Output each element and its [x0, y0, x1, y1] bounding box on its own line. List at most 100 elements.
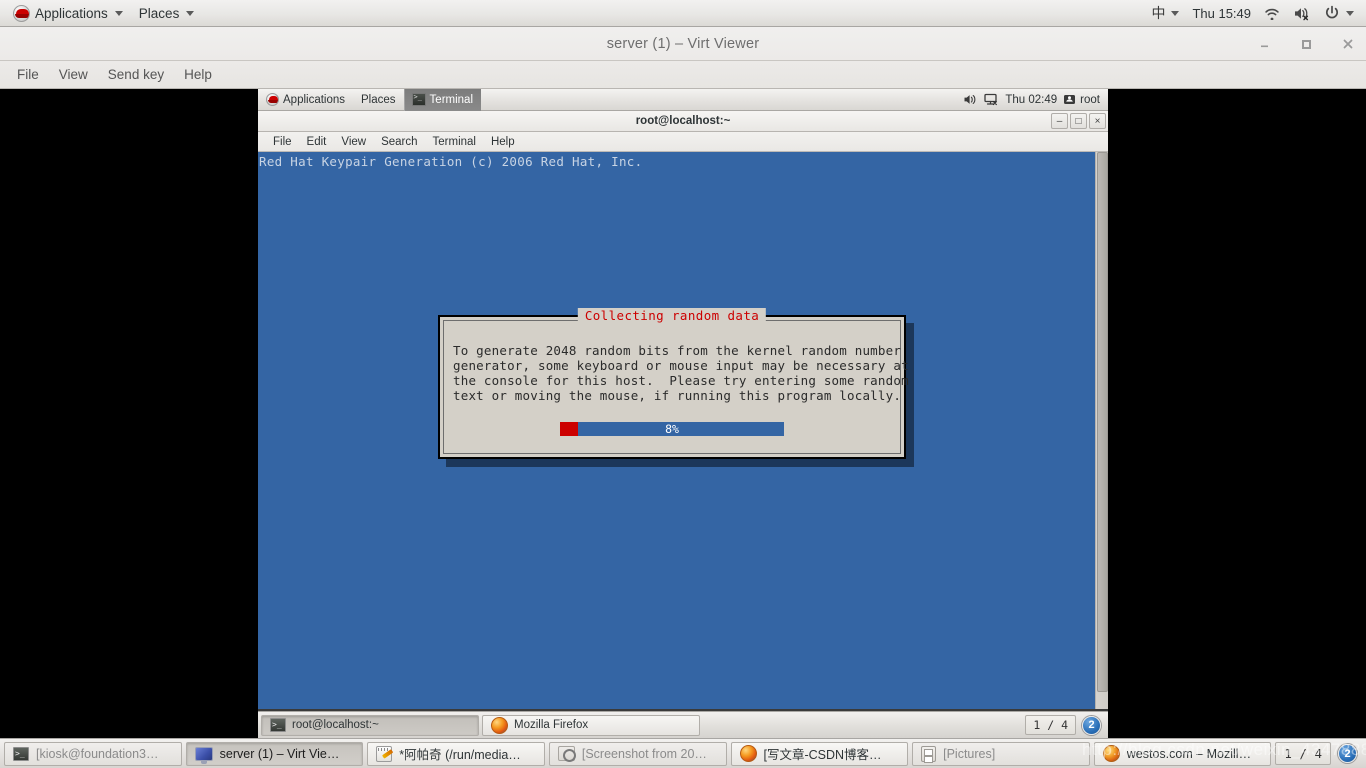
- dialog-body-text: To generate 2048 random bits from the ke…: [453, 343, 909, 403]
- terminal-menu-view[interactable]: View: [334, 134, 373, 150]
- screen-root: Applications Places 中 Thu 15:49 server (…: [0, 0, 1366, 768]
- host-task-2-label: *阿帕奇 (/run/media…: [399, 748, 521, 762]
- firefox-icon: [739, 745, 757, 762]
- terminal-scrollbar[interactable]: [1095, 152, 1108, 709]
- terminal-menu-help[interactable]: Help: [484, 134, 522, 150]
- host-clock[interactable]: Thu 15:49: [1186, 2, 1257, 24]
- terminal-screen[interactable]: Red Hat Keypair Generation (c) 2006 Red …: [258, 152, 1108, 709]
- terminal-menu-edit[interactable]: Edit: [300, 134, 334, 150]
- virt-viewer-window-controls: [1256, 27, 1356, 61]
- guest-display-canvas[interactable]: Applications Places Terminal: [0, 89, 1366, 738]
- terminal-icon: [13, 746, 29, 761]
- virt-viewer-menu-view[interactable]: View: [50, 64, 97, 85]
- host-task-4-label: [写文章-CSDN博客…: [763, 748, 882, 762]
- chevron-down-icon: [1346, 10, 1354, 16]
- collecting-random-data-dialog: Collecting random data To generate 2048 …: [438, 308, 909, 459]
- host-panel-left: Applications Places: [0, 2, 201, 24]
- virt-viewer-menubar: File View Send key Help: [0, 61, 1366, 89]
- volume-icon: [964, 95, 976, 104]
- terminal-menu-terminal[interactable]: Terminal: [426, 134, 483, 150]
- virt-viewer-titlebar[interactable]: server (1) – Virt Viewer: [0, 27, 1366, 61]
- terminal-scrollbar-thumb[interactable]: [1097, 152, 1108, 692]
- terminal-minimize-button[interactable]: –: [1051, 113, 1068, 129]
- progress-bar: 8%: [560, 422, 784, 436]
- user-icon: [1064, 94, 1076, 104]
- host-task-westos-firefox[interactable]: westos.com – Mozill…: [1093, 741, 1272, 766]
- vm-top-panel: Applications Places Terminal: [258, 89, 1108, 111]
- host-volume-indicator[interactable]: [1287, 2, 1317, 24]
- ime-label: 中: [1151, 6, 1166, 22]
- vm-task-firefox-label: Mozilla Firefox: [514, 719, 589, 731]
- volume-muted-icon: [1295, 7, 1309, 20]
- virt-viewer-maximize-button[interactable]: [1298, 36, 1314, 52]
- minimize-icon: [1260, 45, 1268, 47]
- network-icon: [984, 93, 998, 106]
- vm-user-menu[interactable]: root: [1063, 94, 1100, 106]
- virt-viewer-menu-send-key[interactable]: Send key: [99, 64, 173, 85]
- terminal-icon: [270, 718, 286, 732]
- vm-places-label: Places: [361, 93, 396, 106]
- host-taskbar-right: 1 / 4 2: [1275, 742, 1362, 765]
- vm-workspace-switcher[interactable]: 1 / 4: [1025, 715, 1076, 735]
- dialog-title: Collecting random data: [577, 308, 767, 323]
- virt-viewer-title: server (1) – Virt Viewer: [606, 35, 760, 52]
- host-places-menu[interactable]: Places: [132, 2, 202, 24]
- host-applications-label: Applications: [35, 5, 108, 21]
- terminal-close-button[interactable]: ×: [1089, 113, 1106, 129]
- firefox-icon: [1102, 745, 1120, 762]
- host-ime-indicator[interactable]: 中: [1145, 2, 1185, 24]
- terminal-titlebar[interactable]: root@localhost:~ – □ ×: [258, 111, 1108, 132]
- host-places-label: Places: [138, 5, 180, 21]
- host-task-editor[interactable]: *阿帕奇 (/run/media…: [367, 741, 545, 766]
- virt-viewer-menu-help[interactable]: Help: [175, 64, 221, 85]
- vm-network-indicator[interactable]: [984, 93, 999, 106]
- vm-volume-indicator[interactable]: [963, 93, 978, 106]
- host-applications-menu[interactable]: Applications: [6, 2, 130, 24]
- vm-places-menu[interactable]: Places: [353, 89, 404, 111]
- chevron-down-icon: [114, 10, 123, 16]
- vm-task-terminal-label: root@localhost:~: [292, 719, 379, 731]
- vm-applications-menu[interactable]: Applications: [258, 89, 353, 111]
- host-task-1-label: server (1) – Virt Vie…: [219, 746, 340, 761]
- vm-task-terminal[interactable]: root@localhost:~: [261, 714, 479, 736]
- host-power-menu[interactable]: [1318, 2, 1360, 24]
- terminal-title: root@localhost:~: [635, 115, 731, 127]
- host-workspace-switcher[interactable]: 1 / 4: [1275, 742, 1332, 765]
- vm-notification-badge[interactable]: 2: [1082, 715, 1101, 735]
- firefox-icon: [491, 716, 508, 734]
- terminal-menu-search[interactable]: Search: [374, 134, 424, 150]
- host-task-5-label: [Pictures]: [943, 746, 996, 761]
- maximize-icon: [1301, 39, 1311, 49]
- virt-viewer-minimize-button[interactable]: [1256, 36, 1272, 52]
- terminal-icon: [411, 93, 426, 106]
- vm-taskbar-right: 1 / 4 2: [1025, 715, 1105, 735]
- host-task-kiosk-terminal[interactable]: [kiosk@foundation3…: [4, 741, 182, 766]
- virt-viewer-menu-file[interactable]: File: [8, 64, 48, 85]
- notepad-icon: [376, 745, 393, 762]
- redhat-logo-icon: [13, 4, 30, 22]
- host-task-3-label: [Screenshot from 20…: [581, 746, 707, 761]
- terminal-maximize-button[interactable]: □: [1070, 113, 1087, 129]
- monitor-icon: [194, 746, 213, 764]
- redhat-logo-icon: [266, 93, 279, 106]
- host-task-screenshot[interactable]: [Screenshot from 20…: [548, 741, 727, 766]
- host-notification-badge[interactable]: 2: [1338, 744, 1358, 763]
- wifi-icon: [1265, 8, 1279, 20]
- host-task-6-label: westos.com – Mozill…: [1126, 746, 1252, 761]
- host-wifi-indicator[interactable]: [1258, 2, 1286, 24]
- vm-task-firefox[interactable]: Mozilla Firefox: [482, 714, 700, 736]
- vm-applications-label: Applications: [283, 93, 346, 106]
- host-task-0-label: [kiosk@foundation3…: [36, 746, 159, 761]
- gnome-terminal-window: root@localhost:~ – □ × File Edit View Se…: [258, 111, 1108, 738]
- virt-viewer-close-button[interactable]: [1340, 36, 1356, 52]
- vm-window-list-terminal[interactable]: Terminal: [403, 89, 482, 111]
- file-cabinet-icon: [921, 745, 937, 763]
- host-task-virt-viewer[interactable]: server (1) – Virt Vie…: [185, 741, 364, 766]
- terminal-menu-file[interactable]: File: [266, 134, 299, 150]
- vm-clock[interactable]: Thu 02:49: [1005, 94, 1057, 106]
- vm-bottom-taskbar: root@localhost:~ Mozilla Firefox 1 / 4 2: [258, 711, 1108, 738]
- host-panel-right: 中 Thu 15:49: [1145, 2, 1366, 24]
- host-task-csdn-firefox[interactable]: [写文章-CSDN博客…: [730, 741, 909, 766]
- progress-bar-fill: [560, 422, 578, 436]
- host-task-pictures[interactable]: [Pictures]: [912, 741, 1090, 766]
